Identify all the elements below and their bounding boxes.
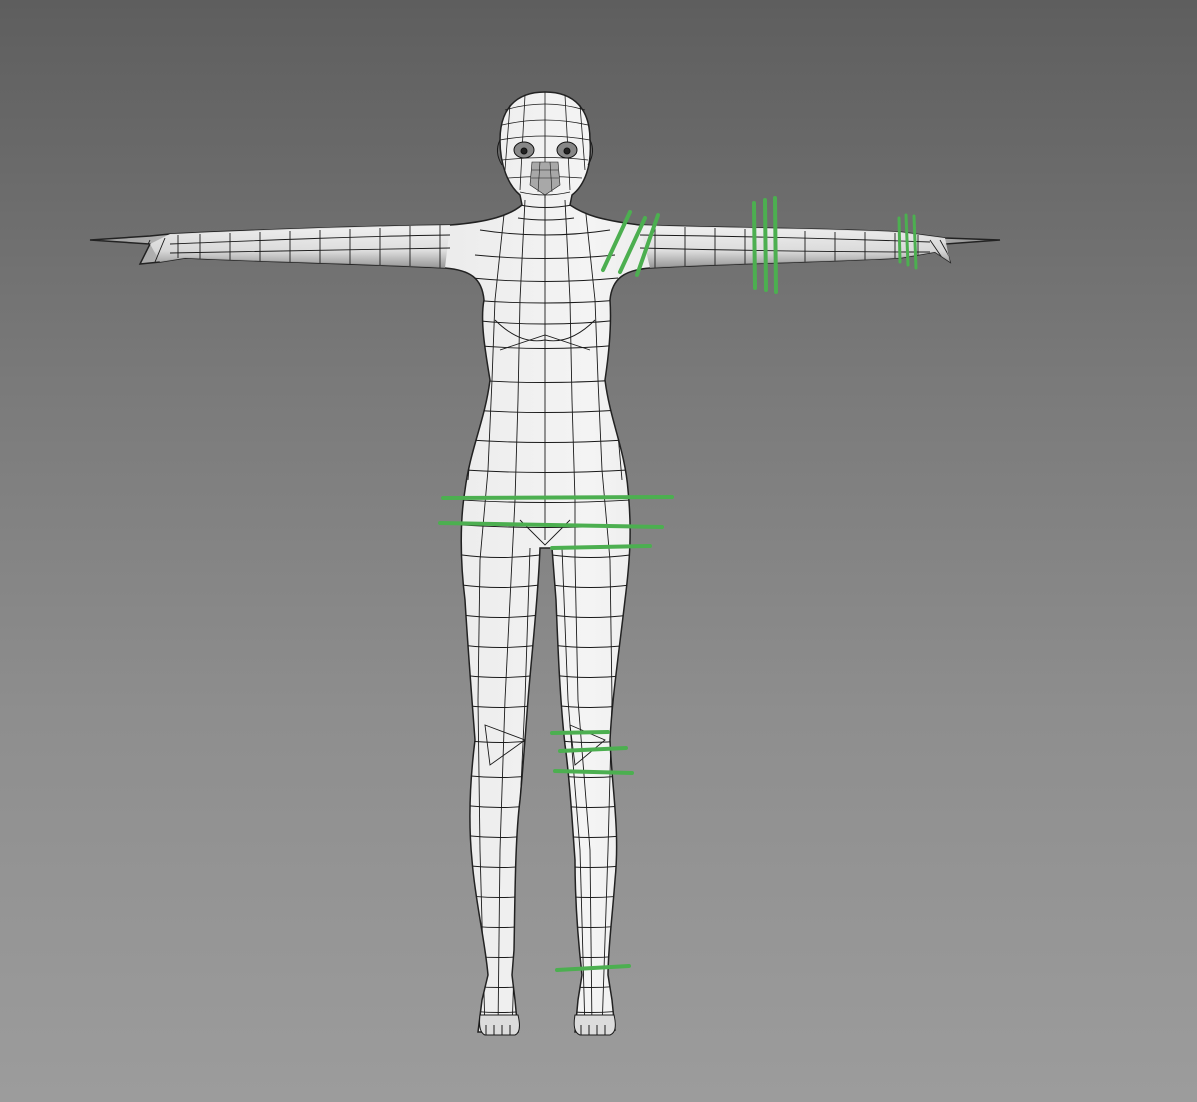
ankle-marker	[555, 964, 631, 972]
3d-viewport[interactable]	[0, 0, 1197, 1102]
character-mesh[interactable]	[89, 91, 1001, 1036]
feet	[479, 1014, 616, 1036]
viewport-canvas	[89, 91, 1001, 1036]
wireframe-edges	[139, 195, 951, 1031]
